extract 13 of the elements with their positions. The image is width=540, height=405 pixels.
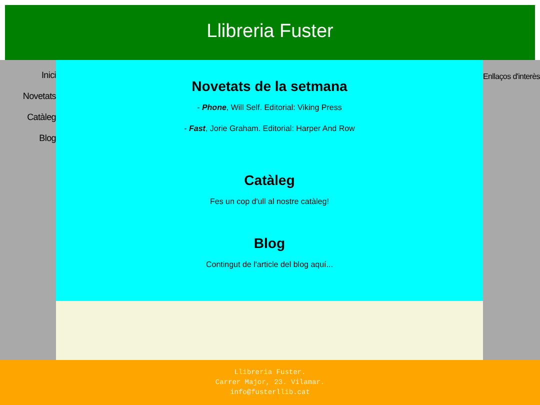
book-entry: - Fast, Jorie Graham. Editorial: Harper And Row	[184, 123, 355, 134]
section-heading: Blog	[254, 234, 286, 253]
site-title: Llibreria Fuster	[206, 20, 334, 44]
book-entry: - Phone, Will Self. Editorial: Viking Press	[197, 102, 342, 113]
nav-link[interactable]: Blog	[39, 131, 56, 145]
nav-link[interactable]: Catàleg	[27, 110, 56, 124]
section-heading: Novetats de la setmana	[192, 77, 348, 96]
section-text: Fes un cop d'ull al nostre catàleg!	[210, 196, 329, 207]
links-title: Enllaços d'interès	[482, 71, 540, 83]
nav-link[interactable]: Inici	[41, 68, 56, 82]
section-text: Contingut de l'article del blog aquí...	[206, 259, 333, 270]
nav-link[interactable]: Novetats	[22, 89, 56, 103]
section-heading: Catàleg	[244, 171, 295, 190]
